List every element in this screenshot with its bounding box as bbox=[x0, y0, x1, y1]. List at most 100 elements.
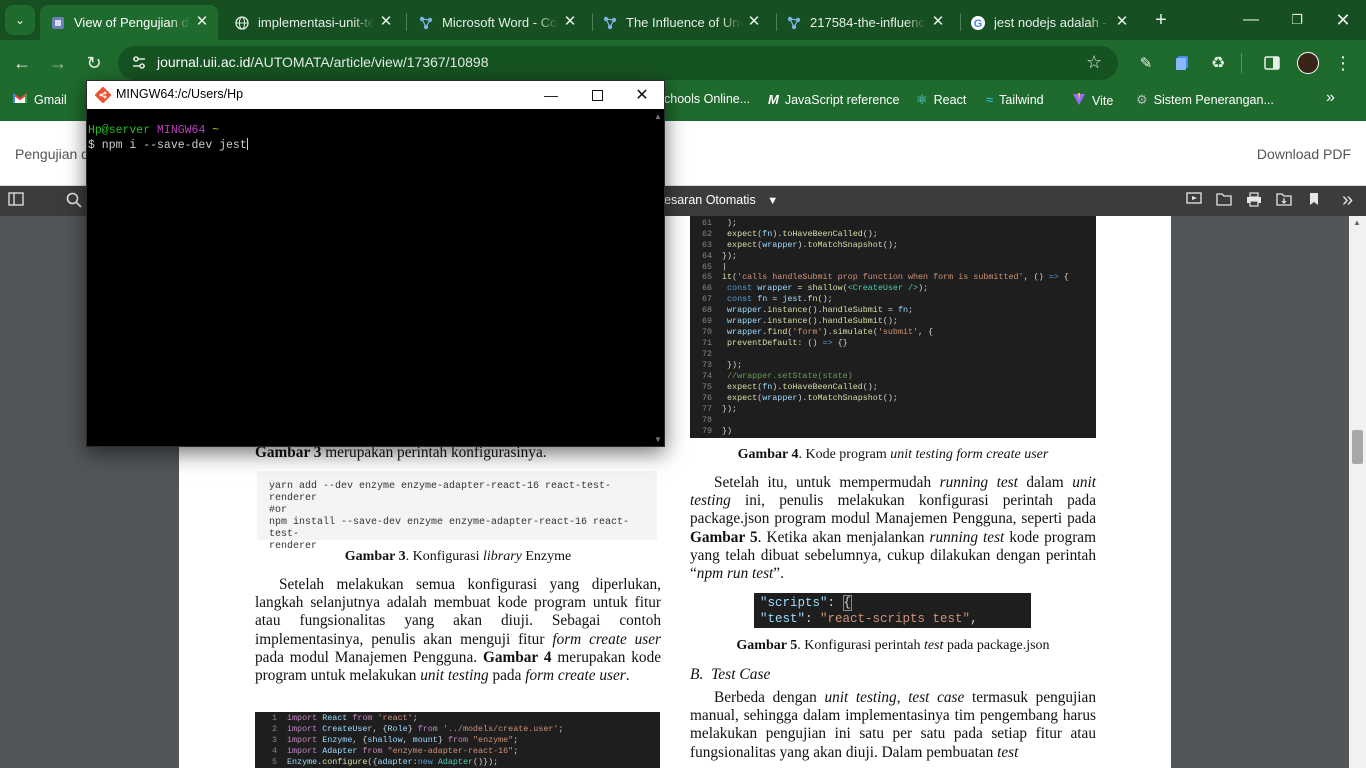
tab-3[interactable]: The Influence of Und ✕ bbox=[592, 5, 770, 40]
network-favicon bbox=[786, 15, 802, 31]
bookmark-label: JavaScript reference bbox=[784, 92, 900, 107]
copy-extension-icon[interactable] bbox=[1167, 48, 1197, 78]
tab-1[interactable]: implementasi-unit-testing ✕ bbox=[224, 5, 402, 40]
tab-title: Microsoft Word - Con bbox=[442, 15, 558, 30]
toolbar-separator bbox=[1241, 53, 1242, 73]
search-icon[interactable] bbox=[66, 192, 82, 212]
mdn-icon: M bbox=[768, 92, 779, 107]
bookmark-label: Vite bbox=[1092, 93, 1114, 108]
minimize-button[interactable]: — bbox=[1228, 0, 1274, 40]
tab-title: implementasi-unit-testing bbox=[258, 15, 374, 30]
open-file-icon[interactable] bbox=[1216, 192, 1232, 210]
close-icon[interactable]: ✕ bbox=[930, 14, 946, 30]
forward-button[interactable]: → bbox=[43, 48, 73, 78]
bookmark-tailwind[interactable]: ≈ Tailwind bbox=[986, 92, 1044, 107]
bookmark-react[interactable]: ⚛ React bbox=[916, 92, 966, 108]
bookmark-label: Tailwind bbox=[999, 92, 1044, 107]
figure-4-caption: Gambar 4. Kode program unit testing form… bbox=[737, 447, 1049, 462]
zoom-select[interactable]: esaran Otomatis ▼ bbox=[664, 193, 778, 207]
eyedropper-extension-icon[interactable]: ✎ bbox=[1131, 48, 1161, 78]
terminal-prompt-line: Hp@server MINGW64 ~ bbox=[88, 124, 220, 137]
tab-separator bbox=[406, 13, 407, 31]
site-info-icon[interactable] bbox=[130, 54, 148, 72]
profile-avatar[interactable] bbox=[1297, 52, 1319, 74]
download-icon[interactable] bbox=[1276, 192, 1292, 210]
vite-icon bbox=[1072, 92, 1086, 109]
terminal-close-button[interactable]: ✕ bbox=[619, 81, 665, 109]
sistem-icon: ⚙ bbox=[1136, 92, 1148, 107]
bookmark-icon[interactable] bbox=[1308, 192, 1320, 210]
restore-button[interactable]: ❐ bbox=[1274, 0, 1320, 40]
tab-5[interactable]: G jest nodejs adalah - P ✕ bbox=[960, 5, 1138, 40]
scroll-up-arrow-icon[interactable]: ▲ bbox=[1353, 218, 1361, 227]
new-tab-button[interactable]: + bbox=[1146, 5, 1176, 35]
url-text: journal.uii.ac.id/AUTOMATA/article/view/… bbox=[157, 54, 489, 70]
arrow-left-icon: ← bbox=[13, 52, 31, 73]
bookmark-gmail[interactable]: Gmail bbox=[12, 92, 67, 107]
terminal-output[interactable]: Hp@server MINGW64 ~ $ npm i --save-dev j… bbox=[87, 109, 651, 446]
tab-4[interactable]: 217584-the-influence ✕ bbox=[776, 5, 954, 40]
url-domain: journal.uii.ac.id bbox=[157, 54, 251, 70]
reload-button[interactable]: ↻ bbox=[79, 48, 109, 78]
bookmark-label: Gmail bbox=[34, 92, 67, 107]
bookmark-star-icon[interactable]: ☆ bbox=[1086, 52, 1102, 73]
close-window-button[interactable]: ✕ bbox=[1320, 0, 1366, 40]
chevron-down-icon: ▼ bbox=[767, 195, 779, 207]
restore-icon: ❐ bbox=[1291, 12, 1303, 27]
extensions-puzzle-icon[interactable]: ♻ bbox=[1203, 48, 1233, 78]
close-icon[interactable]: ✕ bbox=[194, 14, 210, 30]
print-icon[interactable] bbox=[1246, 192, 1262, 211]
double-chevron-right-icon: » bbox=[1326, 89, 1335, 106]
terminal-title-bar[interactable]: MINGW64:/c/Users/Hp — ✕ bbox=[87, 81, 664, 109]
globe-icon bbox=[234, 15, 250, 31]
terminal-window[interactable]: MINGW64:/c/Users/Hp — ✕ Hp@server MINGW6… bbox=[86, 80, 665, 447]
back-button[interactable]: ← bbox=[7, 48, 37, 78]
tab-search-button[interactable]: ⌄ bbox=[5, 5, 35, 35]
scrollbar-thumb[interactable] bbox=[1352, 430, 1363, 464]
sidebar-toggle-icon[interactable] bbox=[8, 192, 24, 210]
download-pdf-link[interactable]: Download PDF bbox=[1257, 146, 1351, 162]
arrow-right-icon: → bbox=[49, 52, 67, 73]
bookmark-sistem-penerangan[interactable]: ⚙ Sistem Penerangan... bbox=[1136, 92, 1274, 108]
bookmark-w3schools[interactable]: chools Online... bbox=[664, 92, 750, 106]
tab-title: 217584-the-influence bbox=[810, 15, 926, 30]
bookmark-label: Sistem Penerangan... bbox=[1153, 93, 1274, 107]
terminal-title: MINGW64:/c/Users/Hp bbox=[116, 87, 244, 101]
close-icon[interactable]: ✕ bbox=[1114, 14, 1130, 30]
chevron-down-icon: ⌄ bbox=[14, 13, 26, 27]
close-icon[interactable]: ✕ bbox=[378, 14, 394, 30]
tab-strip: ⌄ View of Pengujian dengan ✕ implementas… bbox=[0, 0, 1366, 40]
terminal-maximize-button[interactable] bbox=[574, 81, 620, 109]
tab-title: The Influence of Und bbox=[626, 15, 742, 30]
presentation-mode-icon[interactable] bbox=[1186, 192, 1202, 210]
bookmark-javascript-reference[interactable]: M JavaScript reference bbox=[768, 92, 899, 107]
figure-3-code: yarn add --dev enzyme enzyme-adapter-rea… bbox=[257, 471, 657, 552]
scroll-up-arrow-icon[interactable]: ▲ bbox=[654, 112, 662, 121]
menu-kebab-icon[interactable]: ⋮ bbox=[1328, 48, 1358, 78]
bookmarks-overflow-button[interactable]: » bbox=[1326, 89, 1335, 107]
terminal-minimize-button[interactable]: — bbox=[528, 81, 574, 109]
plus-icon: + bbox=[1155, 8, 1167, 31]
git-bash-icon bbox=[94, 86, 112, 104]
tab-2[interactable]: Microsoft Word - Con ✕ bbox=[408, 5, 586, 40]
figure-5-code: "scripts": { "test": "react-scripts test… bbox=[754, 593, 1031, 628]
side-panel-icon[interactable] bbox=[1257, 48, 1287, 78]
vertical-scrollbar[interactable]: ▲ bbox=[1349, 216, 1366, 768]
paragraph-implementasi: Setelah melakukan semua konfigurasi yang… bbox=[255, 576, 662, 685]
scroll-down-arrow-icon[interactable]: ▼ bbox=[654, 435, 662, 444]
network-favicon bbox=[602, 15, 618, 31]
network-favicon bbox=[418, 15, 434, 31]
breadcrumb-link[interactable]: Pengujian d bbox=[15, 146, 89, 162]
double-chevron-right-icon[interactable]: » bbox=[1342, 189, 1353, 212]
minimize-icon: — bbox=[544, 87, 558, 103]
terminal-scrollbar[interactable]: ▲ ▼ bbox=[651, 109, 664, 446]
bookmark-vite[interactable]: Vite bbox=[1072, 92, 1113, 109]
close-icon[interactable]: ✕ bbox=[562, 14, 578, 30]
tab-0[interactable]: View of Pengujian dengan ✕ bbox=[40, 5, 218, 40]
close-icon[interactable]: ✕ bbox=[746, 14, 762, 30]
journal-favicon bbox=[50, 15, 66, 31]
figure-3-caption: Gambar 3. Konfigurasi library Enzyme bbox=[344, 549, 572, 564]
gmail-icon bbox=[12, 92, 28, 107]
reload-icon: ↻ bbox=[86, 52, 102, 73]
google-icon: G bbox=[970, 15, 986, 31]
